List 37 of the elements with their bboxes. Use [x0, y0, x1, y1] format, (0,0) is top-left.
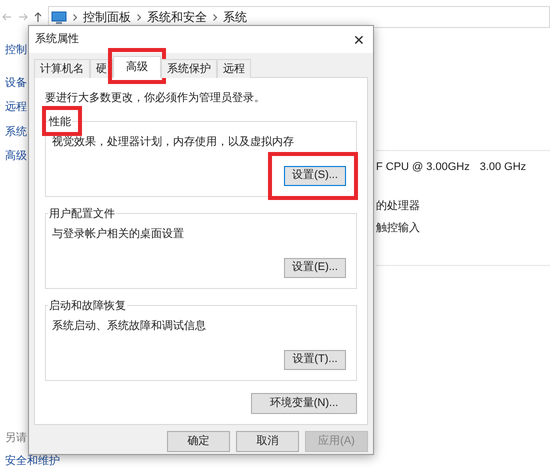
notice-text: 要进行大多数更改，你必须作为管理员登录。: [45, 90, 266, 106]
chevron-icon: [213, 14, 217, 20]
see-also-heading: 另请: [5, 431, 28, 446]
detail-text: F CPU @ 3.00GHz: [376, 160, 470, 175]
window-title: 系统属性: [35, 32, 79, 48]
breadcrumb[interactable]: 系统和安全: [147, 8, 207, 26]
monitor-icon: [51, 10, 67, 24]
sidebar-link[interactable]: 高级: [5, 148, 27, 164]
settings-button[interactable]: 设置(S)...: [284, 166, 346, 186]
detail-text: 3.00 GHz: [480, 160, 526, 175]
breadcrumb[interactable]: 控制面板: [83, 8, 131, 26]
sidebar-link[interactable]: 远程: [5, 99, 27, 116]
settings-button[interactable]: 设置(T)...: [284, 350, 346, 370]
dialog-button[interactable]: 确定: [167, 431, 230, 452]
sidebar-link[interactable]: 系统: [5, 124, 27, 140]
detail-text: 触控输入: [376, 221, 420, 236]
breadcrumb[interactable]: 系统: [223, 8, 247, 26]
sidebar-link[interactable]: 设备: [5, 74, 27, 91]
chevron-icon: [137, 14, 141, 20]
tab[interactable]: 系统保护: [161, 59, 217, 78]
tab[interactable]: 计算机名: [34, 59, 90, 78]
up-icon[interactable]: [34, 12, 42, 22]
close-button[interactable]: ✕: [353, 32, 365, 46]
dialog-button[interactable]: 取消: [236, 431, 299, 452]
see-also-link[interactable]: 安全和维护: [5, 452, 60, 469]
detail-text: 的处理器: [376, 198, 420, 214]
environment-variables-button[interactable]: 环境变量(N)...: [251, 392, 357, 414]
back-icon[interactable]: [2, 13, 12, 21]
group-description: 与登录帐户相关的桌面设置: [52, 226, 185, 242]
forward-icon[interactable]: [18, 13, 28, 21]
tab[interactable]: 高级: [113, 56, 161, 78]
chevron-icon: [73, 14, 77, 20]
settings-button[interactable]: 设置(E)...: [284, 258, 346, 278]
tab[interactable]: 远程: [217, 59, 251, 78]
sidebar-link[interactable]: 控制: [5, 42, 27, 58]
group-description: 视觉效果，处理器计划，内存使用，以及虚拟内存: [52, 134, 295, 150]
group-description: 系统启动、系统故障和调试信息: [52, 318, 207, 334]
